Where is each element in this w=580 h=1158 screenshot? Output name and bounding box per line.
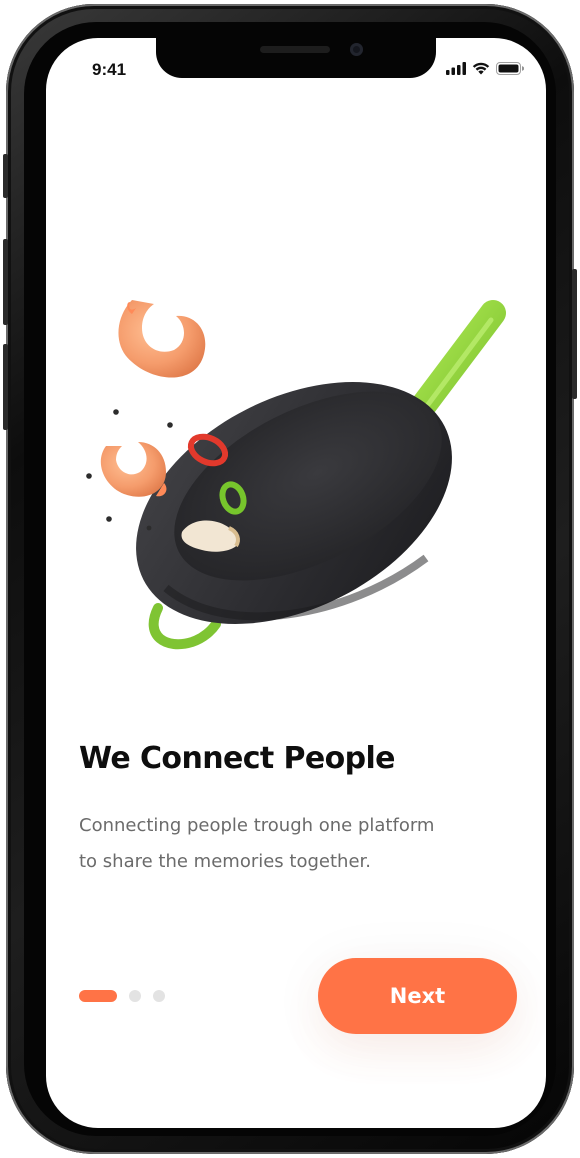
- status-time: 9:41: [92, 60, 127, 79]
- phone-screen: 9:41 We Connect People Connecting people…: [46, 38, 546, 1128]
- page-title: We Connect People: [79, 741, 396, 776]
- page-dot-3[interactable]: [153, 990, 165, 1002]
- status-icons: [446, 60, 525, 79]
- notch: [156, 38, 436, 78]
- page-dot-1-active[interactable]: [79, 990, 117, 1002]
- page-description: Connecting people trough one platform to…: [79, 808, 509, 880]
- description-line-2: to share the memories together.: [79, 851, 371, 872]
- page-indicator: [79, 990, 165, 1002]
- volume-down-button: [3, 344, 8, 430]
- wok-with-shrimp-illustration: [86, 300, 506, 650]
- description-line-1: Connecting people trough one platform: [79, 815, 435, 836]
- signal-icon: [446, 60, 466, 79]
- shrimp-top: [118, 300, 206, 378]
- page-dot-2[interactable]: [129, 990, 141, 1002]
- phone-frame: 9:41 We Connect People Connecting people…: [3, 4, 577, 1154]
- mute-switch: [3, 154, 8, 198]
- wifi-icon: [472, 60, 490, 79]
- battery-icon: [496, 60, 525, 79]
- next-button[interactable]: Next: [318, 958, 517, 1034]
- shrimp-middle: [100, 442, 167, 497]
- volume-up-button: [3, 239, 8, 325]
- speaker-grille: [260, 46, 330, 53]
- front-camera: [350, 43, 363, 56]
- power-button: [572, 269, 577, 399]
